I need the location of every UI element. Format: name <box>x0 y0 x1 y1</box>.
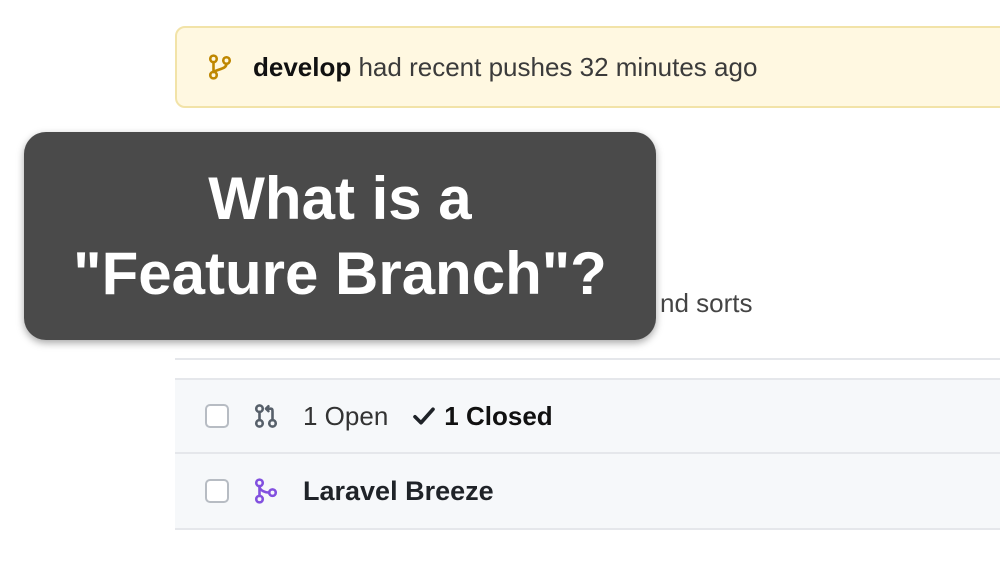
closed-count-text: 1 Closed <box>444 401 552 432</box>
closed-count-tab[interactable]: 1 Closed <box>412 401 552 432</box>
recent-push-text: develop had recent pushes 32 minutes ago <box>253 52 757 83</box>
title-overlay-card: What is a "Feature Branch"? <box>24 132 656 340</box>
pr-list-row[interactable]: Laravel Breeze <box>175 454 1000 530</box>
divider <box>175 358 1000 360</box>
row-checkbox[interactable] <box>205 479 229 503</box>
git-pull-request-icon <box>253 401 279 431</box>
clear-filters-hint[interactable]: nd sorts <box>660 268 1000 338</box>
clear-filters-hint-text: nd sorts <box>660 288 753 319</box>
banner-suffix: had recent pushes 32 minutes ago <box>351 52 757 82</box>
check-icon <box>412 404 436 428</box>
overlay-line-1: What is a <box>208 161 471 236</box>
branch-name: develop <box>253 52 351 82</box>
pr-list-header: 1 Open 1 Closed <box>175 378 1000 454</box>
overlay-line-2: "Feature Branch"? <box>73 236 607 311</box>
git-merge-icon <box>253 476 279 506</box>
open-count-tab[interactable]: 1 Open <box>303 401 388 432</box>
pr-title: Laravel Breeze <box>303 476 494 507</box>
git-branch-icon <box>207 52 233 82</box>
select-all-checkbox[interactable] <box>205 404 229 428</box>
recent-push-banner: develop had recent pushes 32 minutes ago <box>175 26 1000 108</box>
